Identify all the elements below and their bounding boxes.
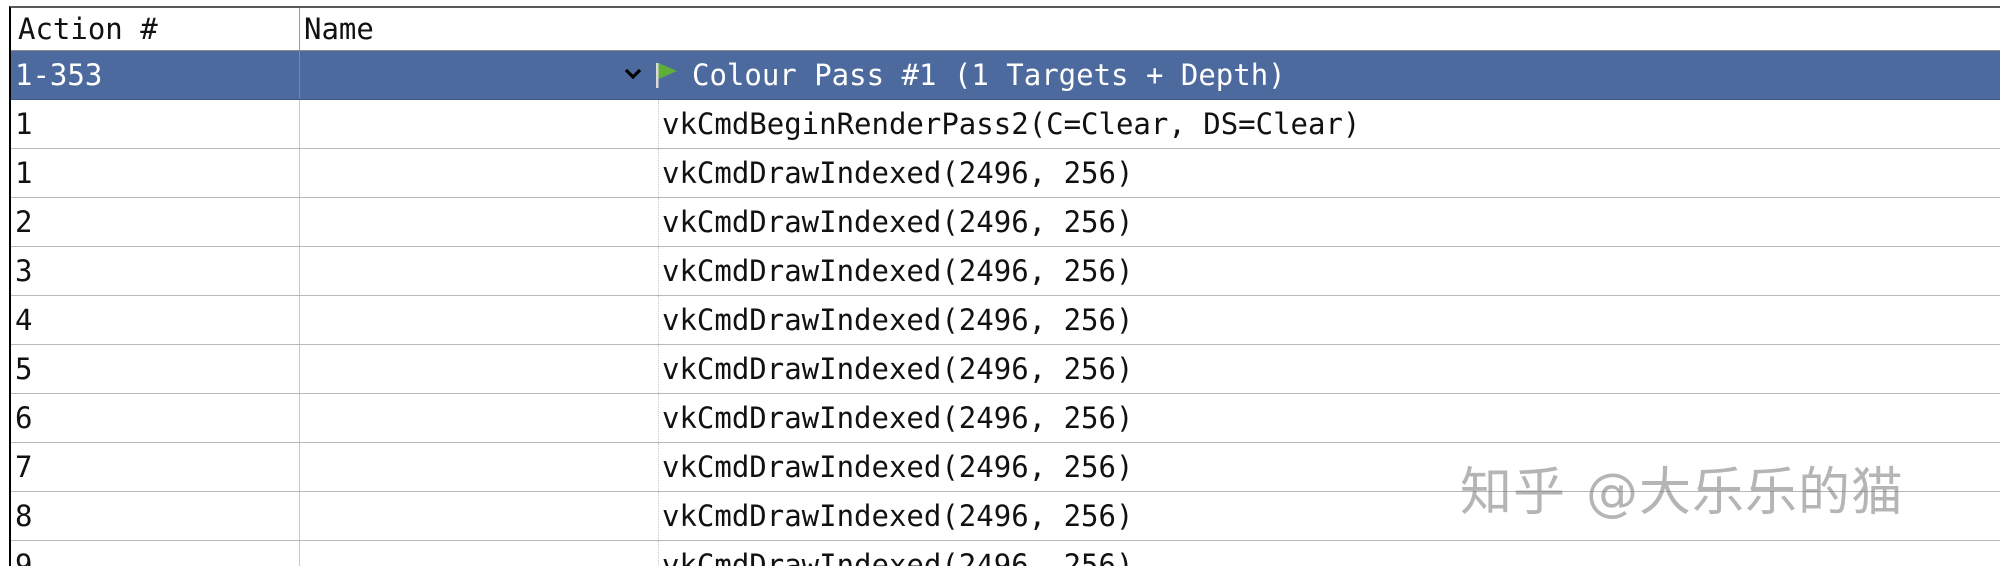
- name-cell: vkCmdBeginRenderPass2(C=Clear, DS=Clear): [300, 100, 2000, 148]
- event-name: vkCmdDrawIndexed(2496, 256): [662, 499, 1134, 533]
- event-name: vkCmdDrawIndexed(2496, 256): [662, 401, 1134, 435]
- table-row[interactable]: 1 vkCmdDrawIndexed(2496, 256): [11, 149, 2000, 198]
- tree-indent-guide: [658, 296, 659, 344]
- column-header-row: Action # Name: [11, 8, 2000, 51]
- action-cell: 5: [11, 345, 300, 393]
- tree-indent-guide: [658, 492, 659, 540]
- tree-indent-guide: [658, 247, 659, 295]
- table-row[interactable]: 6 vkCmdDrawIndexed(2496, 256): [11, 394, 2000, 443]
- action-cell: 1: [11, 149, 300, 197]
- tree-indent-guide: [658, 541, 659, 566]
- event-name: vkCmdDrawIndexed(2496, 256): [662, 156, 1134, 190]
- action-cell: 7: [11, 443, 300, 491]
- table-row[interactable]: 3 vkCmdDrawIndexed(2496, 256): [11, 247, 2000, 296]
- table-row[interactable]: 2 vkCmdDrawIndexed(2496, 256): [11, 198, 2000, 247]
- action-cell: 2: [11, 198, 300, 246]
- tree-indent-guide: [658, 443, 659, 491]
- table-row-colour-pass[interactable]: 1-353 Colour Pass #1 (1 Targets + Depth): [11, 51, 2000, 100]
- watermark-author: @大乐乐的猫: [1586, 463, 1905, 523]
- name-cell: Colour Pass #1 (1 Targets + Depth): [300, 51, 2000, 99]
- tree-indent-guide: [658, 198, 659, 246]
- event-name: vkCmdDrawIndexed(2496, 256): [662, 303, 1134, 337]
- action-cell: 9: [11, 541, 300, 566]
- name-cell: vkCmdDrawIndexed(2496, 256): [300, 296, 2000, 344]
- watermark: 知乎 @大乐乐的猫: [1460, 450, 1904, 525]
- name-cell: vkCmdDrawIndexed(2496, 256): [300, 394, 2000, 442]
- tree-indent-guide: [658, 394, 659, 442]
- table-row[interactable]: 5 vkCmdDrawIndexed(2496, 256): [11, 345, 2000, 394]
- column-header-action[interactable]: Action #: [11, 8, 300, 50]
- action-cell: 6: [11, 394, 300, 442]
- tree-indent-guide: [658, 345, 659, 393]
- action-cell: 1: [11, 100, 300, 148]
- chevron-down-icon[interactable]: [622, 63, 644, 85]
- name-cell: vkCmdDrawIndexed(2496, 256): [300, 198, 2000, 246]
- action-cell: 3: [11, 247, 300, 295]
- watermark-site: 知乎: [1460, 463, 1567, 523]
- event-name: vkCmdDrawIndexed(2496, 256): [662, 352, 1134, 386]
- action-cell: 4: [11, 296, 300, 344]
- table-row[interactable]: 4 vkCmdDrawIndexed(2496, 256): [11, 296, 2000, 345]
- name-cell: vkCmdDrawIndexed(2496, 256): [300, 247, 2000, 295]
- table-row[interactable]: 9 vkCmdDrawIndexed(2496, 256): [11, 541, 2000, 566]
- name-cell: vkCmdDrawIndexed(2496, 256): [300, 149, 2000, 197]
- tree-indent-guide: [658, 149, 659, 197]
- event-name: vkCmdDrawIndexed(2496, 256): [662, 205, 1134, 239]
- column-header-name[interactable]: Name: [300, 8, 2000, 50]
- event-name: vkCmdDrawIndexed(2496, 256): [662, 254, 1134, 288]
- tree-indent-guide: [658, 100, 659, 148]
- action-cell: 1-353: [11, 51, 300, 99]
- event-name: vkCmdDrawIndexed(2496, 256): [662, 450, 1134, 484]
- event-name: vkCmdBeginRenderPass2(C=Clear, DS=Clear): [662, 107, 1361, 141]
- name-cell: vkCmdDrawIndexed(2496, 256): [300, 345, 2000, 393]
- event-name: vkCmdDrawIndexed(2496, 256): [662, 548, 1134, 566]
- pass-label: Colour Pass #1 (1 Targets + Depth): [692, 58, 1286, 92]
- name-cell: vkCmdDrawIndexed(2496, 256): [300, 541, 2000, 566]
- action-cell: 8: [11, 492, 300, 540]
- green-flag-icon: [656, 63, 677, 88]
- table-row[interactable]: 1 vkCmdBeginRenderPass2(C=Clear, DS=Clea…: [11, 100, 2000, 149]
